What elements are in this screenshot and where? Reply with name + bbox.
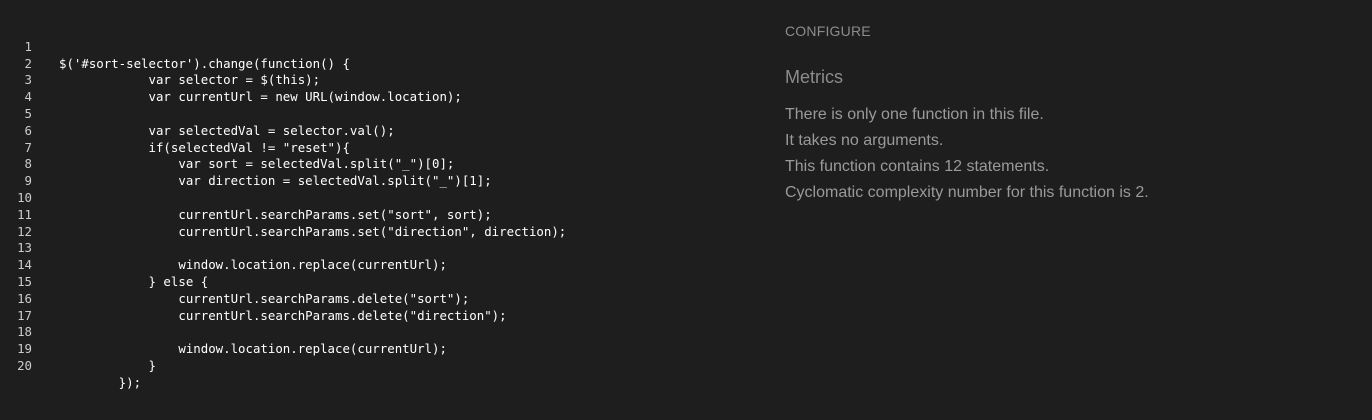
- code-line: 9: [0, 156, 760, 188]
- line-number: 20: [17, 357, 32, 373]
- metrics-list: There is only one function in this file.…: [785, 102, 1149, 206]
- code-line: 8 var direction = selectedVal.split("_")…: [0, 140, 760, 188]
- code-line: 11 currentUrl.searchParams.set("directio…: [0, 190, 760, 239]
- code-line: 19 }: [0, 324, 760, 373]
- configure-link[interactable]: CONFIGURE: [785, 23, 871, 39]
- metric-item: This function contains 12 statements.: [785, 158, 1050, 175]
- code-line: 16 currentUrl.searchParams.delete("direc…: [0, 274, 760, 323]
- code-line: 7 var sort = selectedVal.split("_")[0];: [0, 123, 760, 172]
- code-line: 17: [0, 291, 760, 323]
- code-line: 13 window.location.replace(currentUrl);: [0, 224, 760, 272]
- code-line: 12: [0, 207, 760, 239]
- code-line: 2 var selector = $(this);: [0, 39, 760, 88]
- metrics-title: Metrics: [785, 67, 843, 87]
- code-line: 1 $('#sort-selector').change(function() …: [0, 22, 760, 71]
- code-line: 18 window.location.replace(currentUrl);: [0, 308, 760, 356]
- code-line: 3 var currentUrl = new URL(window.locati…: [0, 56, 760, 104]
- code-line: 4: [0, 72, 760, 104]
- code-editor[interactable]: 1 $('#sort-selector').change(function() …: [0, 22, 760, 390]
- code-text: });: [59, 374, 142, 390]
- metric-item: Cyclomatic complexity number for this fu…: [785, 184, 1149, 201]
- code-line: 14 } else {: [0, 240, 760, 289]
- metric-item: It takes no arguments.: [785, 132, 944, 149]
- code-line: 15 currentUrl.searchParams.delete("sort"…: [0, 257, 760, 306]
- code-line: 5 var selectedVal = selector.val();: [0, 89, 760, 138]
- code-line: 10 currentUrl.searchParams.set("sort", s…: [0, 173, 760, 222]
- metric-item: There is only one function in this file.: [785, 106, 1044, 123]
- metrics-panel: CONFIGURE Metrics There is only one func…: [785, 0, 1345, 420]
- code-line: 20 });: [0, 341, 760, 390]
- code-text: }: [59, 357, 156, 373]
- jshint-app: 1 $('#sort-selector').change(function() …: [0, 0, 1372, 420]
- code-line: 6 if(selectedVal != "reset"){: [0, 106, 760, 155]
